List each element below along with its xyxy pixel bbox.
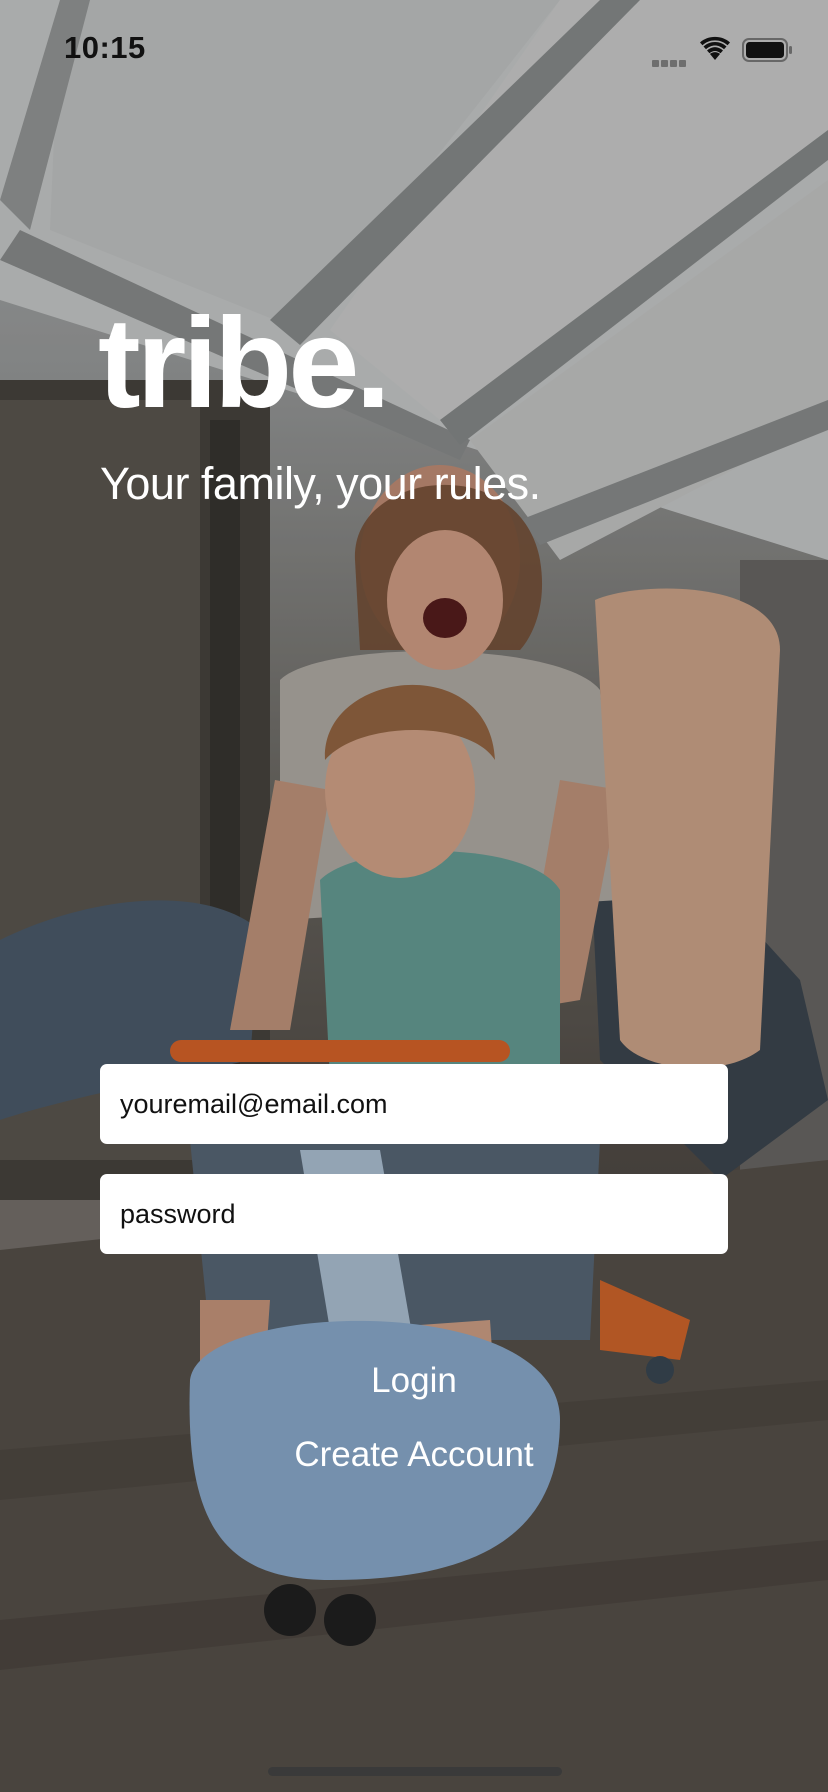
app-logo-title: tribe. [98,292,391,435]
background-photo [0,0,828,1792]
wifi-icon [700,36,730,60]
login-screen: 10:15 tribe. Your family, your rules. Lo… [0,0,828,1792]
email-field[interactable] [100,1064,728,1144]
app-tagline: Your family, your rules. [100,458,541,509]
login-button[interactable]: Login [0,1358,828,1404]
status-time: 10:15 [64,30,146,65]
create-account-button[interactable]: Create Account [0,1432,828,1478]
cellular-signal-icon [652,54,690,67]
battery-icon [742,38,792,62]
home-indicator [268,1767,562,1776]
password-field[interactable] [100,1174,728,1254]
status-bar: 10:15 [0,0,828,100]
